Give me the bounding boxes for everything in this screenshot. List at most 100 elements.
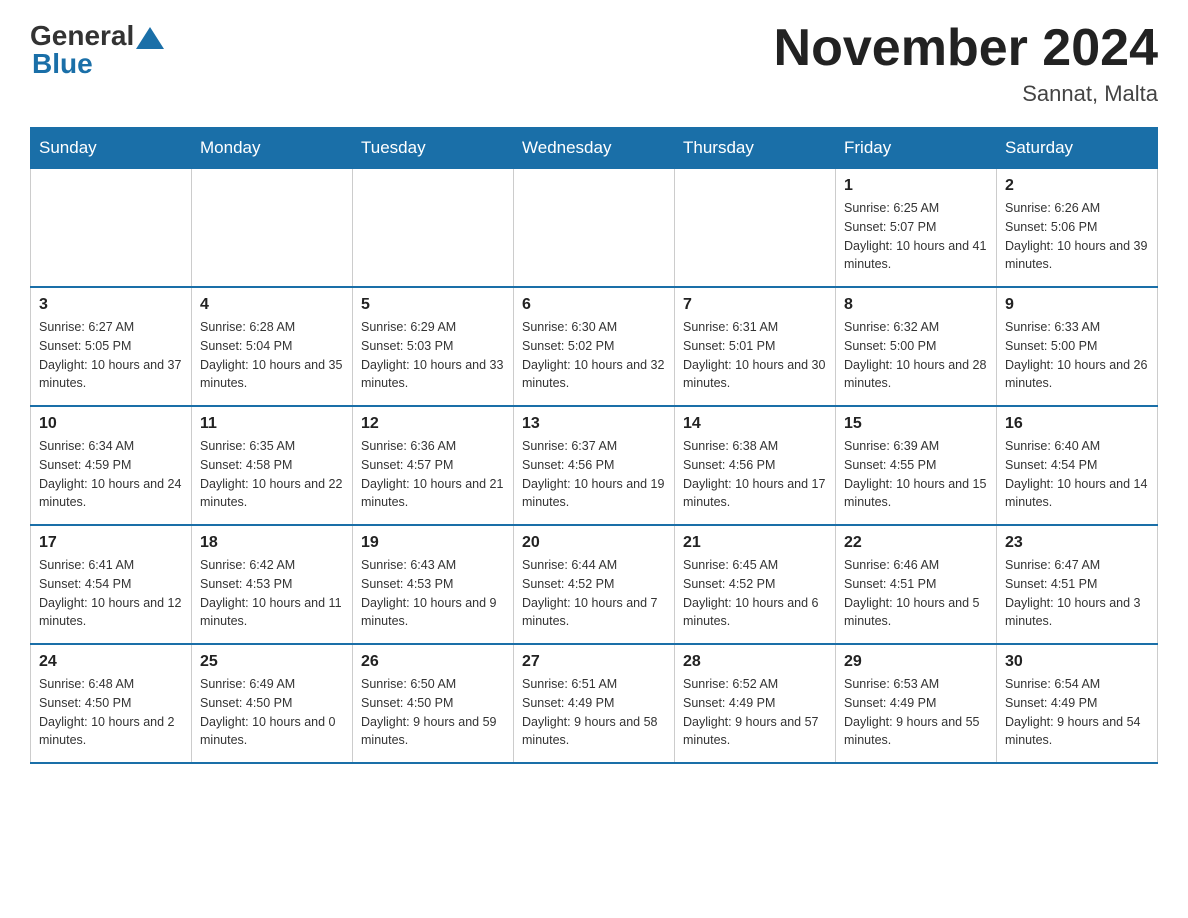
day-info: Sunrise: 6:49 AM Sunset: 4:50 PM Dayligh… [200,675,344,750]
calendar-cell: 14 Sunrise: 6:38 AM Sunset: 4:56 PM Dayli… [675,406,836,525]
calendar-cell [514,169,675,288]
day-info: Sunrise: 6:34 AM Sunset: 4:59 PM Dayligh… [39,437,183,512]
day-info: Sunrise: 6:26 AM Sunset: 5:06 PM Dayligh… [1005,199,1149,274]
day-info: Sunrise: 6:33 AM Sunset: 5:00 PM Dayligh… [1005,318,1149,393]
day-number: 17 [39,534,183,552]
day-number: 27 [522,653,666,671]
day-number: 21 [683,534,827,552]
calendar-cell [31,169,192,288]
day-number: 14 [683,415,827,433]
calendar-cell: 24 Sunrise: 6:48 AM Sunset: 4:50 PM Dayli… [31,644,192,763]
calendar-cell: 18 Sunrise: 6:42 AM Sunset: 4:53 PM Dayli… [192,525,353,644]
logo-blue-text: Blue [32,48,93,79]
column-header-friday: Friday [836,128,997,169]
calendar-cell: 1 Sunrise: 6:25 AM Sunset: 5:07 PM Daylig… [836,169,997,288]
column-header-monday: Monday [192,128,353,169]
calendar-cell: 10 Sunrise: 6:34 AM Sunset: 4:59 PM Dayli… [31,406,192,525]
day-info: Sunrise: 6:51 AM Sunset: 4:49 PM Dayligh… [522,675,666,750]
calendar-cell: 9 Sunrise: 6:33 AM Sunset: 5:00 PM Daylig… [997,287,1158,406]
day-number: 20 [522,534,666,552]
day-info: Sunrise: 6:53 AM Sunset: 4:49 PM Dayligh… [844,675,988,750]
calendar-title: November 2024 [774,20,1158,77]
day-info: Sunrise: 6:45 AM Sunset: 4:52 PM Dayligh… [683,556,827,631]
day-info: Sunrise: 6:48 AM Sunset: 4:50 PM Dayligh… [39,675,183,750]
calendar-cell: 12Sunrise: 6:36 AM Sunset: 4:57 PM Dayli… [353,406,514,525]
calendar-subtitle: Sannat, Malta [774,81,1158,107]
day-info: Sunrise: 6:28 AM Sunset: 5:04 PM Dayligh… [200,318,344,393]
day-number: 15 [844,415,988,433]
day-info: Sunrise: 6:25 AM Sunset: 5:07 PM Dayligh… [844,199,988,274]
calendar-week-row: 17 Sunrise: 6:41 AM Sunset: 4:54 PM Dayli… [31,525,1158,644]
day-number: 2 [1005,177,1149,195]
calendar-week-row: 3Sunrise: 6:27 AM Sunset: 5:05 PM Daylig… [31,287,1158,406]
calendar-week-row: 24 Sunrise: 6:48 AM Sunset: 4:50 PM Dayli… [31,644,1158,763]
column-header-saturday: Saturday [997,128,1158,169]
day-number: 28 [683,653,827,671]
page-header: General Blue November 2024 Sannat, Malta [30,20,1158,107]
day-number: 10 [39,415,183,433]
calendar-cell: 22 Sunrise: 6:46 AM Sunset: 4:51 PM Dayli… [836,525,997,644]
day-info: Sunrise: 6:38 AM Sunset: 4:56 PM Dayligh… [683,437,827,512]
day-number: 22 [844,534,988,552]
calendar-cell: 2 Sunrise: 6:26 AM Sunset: 5:06 PM Daylig… [997,169,1158,288]
day-number: 9 [1005,296,1149,314]
day-info: Sunrise: 6:40 AM Sunset: 4:54 PM Dayligh… [1005,437,1149,512]
day-number: 5 [361,296,505,314]
calendar-cell: 29Sunrise: 6:53 AM Sunset: 4:49 PM Dayli… [836,644,997,763]
day-info: Sunrise: 6:30 AM Sunset: 5:02 PM Dayligh… [522,318,666,393]
calendar-cell: 16 Sunrise: 6:40 AM Sunset: 4:54 PM Dayli… [997,406,1158,525]
day-number: 24 [39,653,183,671]
day-info: Sunrise: 6:42 AM Sunset: 4:53 PM Dayligh… [200,556,344,631]
title-area: November 2024 Sannat, Malta [774,20,1158,107]
calendar-cell [353,169,514,288]
day-info: Sunrise: 6:41 AM Sunset: 4:54 PM Dayligh… [39,556,183,631]
day-info: Sunrise: 6:46 AM Sunset: 4:51 PM Dayligh… [844,556,988,631]
day-info: Sunrise: 6:47 AM Sunset: 4:51 PM Dayligh… [1005,556,1149,631]
calendar-cell: 4 Sunrise: 6:28 AM Sunset: 5:04 PM Daylig… [192,287,353,406]
day-info: Sunrise: 6:50 AM Sunset: 4:50 PM Dayligh… [361,675,505,750]
calendar-cell: 15 Sunrise: 6:39 AM Sunset: 4:55 PM Dayli… [836,406,997,525]
day-number: 26 [361,653,505,671]
calendar-cell: 27 Sunrise: 6:51 AM Sunset: 4:49 PM Dayli… [514,644,675,763]
calendar-cell: 11Sunrise: 6:35 AM Sunset: 4:58 PM Dayli… [192,406,353,525]
calendar-cell: 3Sunrise: 6:27 AM Sunset: 5:05 PM Daylig… [31,287,192,406]
day-info: Sunrise: 6:29 AM Sunset: 5:03 PM Dayligh… [361,318,505,393]
calendar-cell: 7 Sunrise: 6:31 AM Sunset: 5:01 PM Daylig… [675,287,836,406]
day-number: 4 [200,296,344,314]
day-number: 8 [844,296,988,314]
day-number: 16 [1005,415,1149,433]
calendar-cell: 21 Sunrise: 6:45 AM Sunset: 4:52 PM Dayli… [675,525,836,644]
calendar-cell: 6 Sunrise: 6:30 AM Sunset: 5:02 PM Daylig… [514,287,675,406]
day-number: 23 [1005,534,1149,552]
column-header-sunday: Sunday [31,128,192,169]
day-number: 7 [683,296,827,314]
day-number: 6 [522,296,666,314]
calendar-table: SundayMondayTuesdayWednesdayThursdayFrid… [30,127,1158,764]
day-info: Sunrise: 6:36 AM Sunset: 4:57 PM Dayligh… [361,437,505,512]
calendar-week-row: 1 Sunrise: 6:25 AM Sunset: 5:07 PM Daylig… [31,169,1158,288]
day-info: Sunrise: 6:37 AM Sunset: 4:56 PM Dayligh… [522,437,666,512]
logo-triangle-icon [136,27,164,49]
calendar-cell: 26 Sunrise: 6:50 AM Sunset: 4:50 PM Dayli… [353,644,514,763]
column-header-tuesday: Tuesday [353,128,514,169]
day-info: Sunrise: 6:35 AM Sunset: 4:58 PM Dayligh… [200,437,344,512]
day-info: Sunrise: 6:32 AM Sunset: 5:00 PM Dayligh… [844,318,988,393]
logo: General Blue [30,20,166,80]
day-info: Sunrise: 6:31 AM Sunset: 5:01 PM Dayligh… [683,318,827,393]
calendar-cell: 20 Sunrise: 6:44 AM Sunset: 4:52 PM Dayli… [514,525,675,644]
day-number: 13 [522,415,666,433]
day-number: 18 [200,534,344,552]
calendar-cell [192,169,353,288]
day-info: Sunrise: 6:54 AM Sunset: 4:49 PM Dayligh… [1005,675,1149,750]
day-number: 25 [200,653,344,671]
day-info: Sunrise: 6:43 AM Sunset: 4:53 PM Dayligh… [361,556,505,631]
calendar-week-row: 10 Sunrise: 6:34 AM Sunset: 4:59 PM Dayli… [31,406,1158,525]
day-number: 30 [1005,653,1149,671]
day-info: Sunrise: 6:44 AM Sunset: 4:52 PM Dayligh… [522,556,666,631]
day-number: 1 [844,177,988,195]
calendar-cell: 30 Sunrise: 6:54 AM Sunset: 4:49 PM Dayli… [997,644,1158,763]
day-info: Sunrise: 6:27 AM Sunset: 5:05 PM Dayligh… [39,318,183,393]
day-info: Sunrise: 6:39 AM Sunset: 4:55 PM Dayligh… [844,437,988,512]
calendar-cell: 23 Sunrise: 6:47 AM Sunset: 4:51 PM Dayli… [997,525,1158,644]
calendar-cell: 25 Sunrise: 6:49 AM Sunset: 4:50 PM Dayli… [192,644,353,763]
